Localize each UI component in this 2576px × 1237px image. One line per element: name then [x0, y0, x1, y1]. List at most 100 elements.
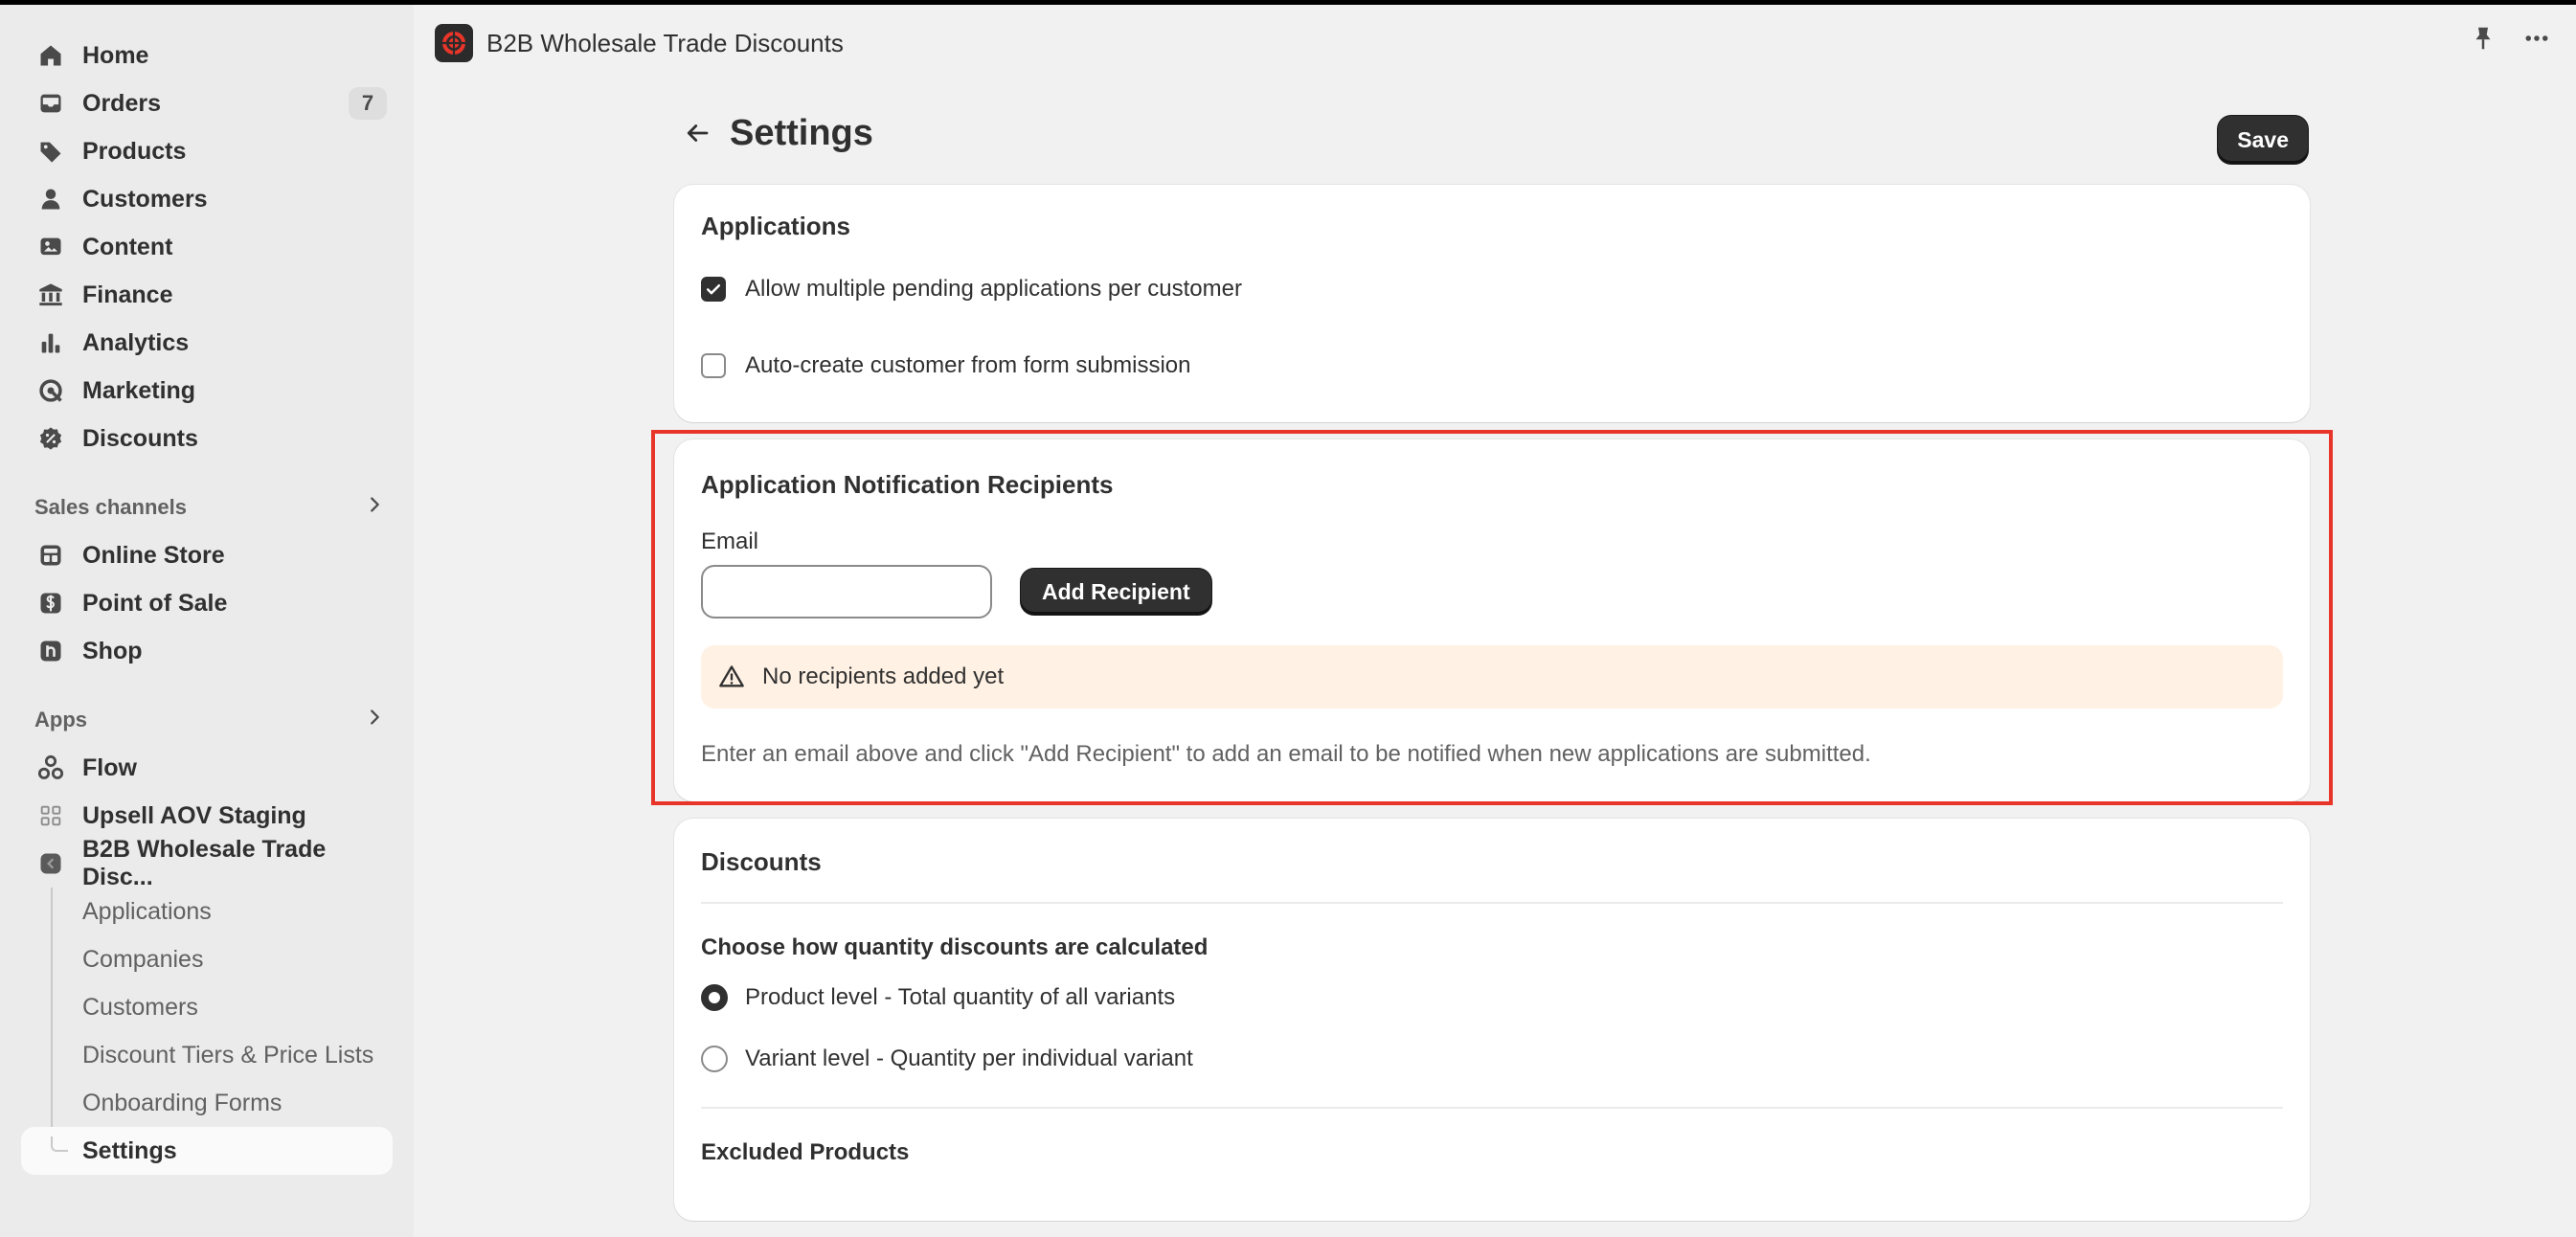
admin-window: Home Orders 7 Products Customers Content…	[0, 5, 2576, 1237]
product-level-option[interactable]: Product level - Total quantity of all va…	[701, 984, 2283, 1011]
sidebar-subitem-settings[interactable]: Settings	[21, 1127, 393, 1175]
sidebar-item-label: Point of Sale	[82, 589, 228, 617]
sidebar-item-home[interactable]: Home	[21, 32, 393, 79]
inbox-icon	[36, 89, 65, 118]
sidebar-item-label: Products	[82, 137, 187, 165]
sidebar-item-products[interactable]: Products	[21, 127, 393, 175]
add-recipient-button[interactable]: Add Recipient	[1021, 569, 1211, 615]
sidebar-item-upsell-aov[interactable]: Upsell AOV Staging	[21, 792, 393, 840]
allow-multiple-pending-checkbox[interactable]	[701, 277, 726, 302]
sidebar-item-label: Home	[82, 41, 149, 69]
sidebar-item-label: B2B Wholesale Trade Disc...	[82, 836, 327, 890]
variant-level-option[interactable]: Variant level - Quantity per individual …	[701, 1046, 2283, 1072]
sidebar-item-point-of-sale[interactable]: Point of Sale	[21, 579, 393, 627]
warning-icon	[719, 665, 744, 687]
page-title: Settings	[730, 112, 873, 153]
main-content: B2B Wholesale Trade Discounts Settings S…	[414, 5, 2576, 1237]
sidebar-item-label: Discounts	[82, 424, 198, 452]
calculation-method-title: Choose how quantity discounts are calcul…	[701, 934, 1209, 960]
topbar-actions	[2469, 24, 2551, 57]
bar-chart-icon	[36, 328, 65, 357]
page-header: Settings Save	[674, 81, 2310, 185]
checkmark-icon	[706, 284, 721, 295]
email-field-row: Add Recipient	[701, 565, 2283, 618]
target-icon	[36, 376, 65, 405]
sidebar-item-finance[interactable]: Finance	[21, 271, 393, 319]
checkbox-label: Allow multiple pending applications per …	[745, 276, 1242, 302]
variant-level-radio[interactable]	[701, 1046, 728, 1072]
bank-icon	[36, 281, 65, 309]
store-icon	[36, 541, 65, 570]
shop-icon	[36, 637, 65, 665]
checkbox-label: Auto-create customer from form submissio…	[745, 352, 1191, 378]
sidebar-item-shop[interactable]: Shop	[21, 627, 393, 675]
sidebar-item-label: Content	[82, 233, 173, 260]
sidebar-subitem-applications[interactable]: Applications	[21, 888, 393, 935]
allow-multiple-pending-row[interactable]: Allow multiple pending applications per …	[701, 276, 2283, 303]
auto-create-customer-row[interactable]: Auto-create customer from form submissio…	[701, 352, 2283, 379]
tree-elbow	[51, 1136, 68, 1152]
upsell-icon	[36, 801, 65, 830]
sidebar-item-label: Online Store	[82, 541, 225, 569]
sidebar-item-discounts[interactable]: Discounts	[21, 415, 393, 462]
more-options-icon[interactable]	[2522, 24, 2551, 57]
email-label: Email	[701, 529, 759, 554]
discount-icon	[36, 424, 65, 453]
sidebar-subitem-onboarding-forms[interactable]: Onboarding Forms	[21, 1079, 393, 1127]
settings-page: Settings Save Applications Allow multipl…	[651, 81, 2333, 1237]
email-input[interactable]	[701, 565, 992, 618]
sidebar-item-content[interactable]: Content	[21, 223, 393, 271]
card-title: Application Notification Recipients	[701, 470, 1114, 499]
notification-recipients-card: Application Notification Recipients Emai…	[651, 430, 2333, 805]
app-logo-icon	[435, 24, 473, 62]
back-arrow-icon[interactable]	[674, 110, 720, 156]
sidebar-item-orders[interactable]: Orders 7	[21, 79, 393, 127]
card-title: Applications	[701, 212, 851, 240]
help-text: Enter an email above and click "Add Reci…	[701, 741, 1871, 767]
sidebar-item-online-store[interactable]: Online Store	[21, 531, 393, 579]
radio-label: Variant level - Quantity per individual …	[745, 1046, 1193, 1071]
radio-label: Product level - Total quantity of all va…	[745, 984, 1176, 1010]
discounts-card: Discounts Choose how quantity discounts …	[674, 819, 2310, 1221]
tag-icon	[36, 137, 65, 166]
sidebar: Home Orders 7 Products Customers Content…	[0, 5, 414, 1237]
sidebar-item-label: Analytics	[82, 328, 190, 356]
divider	[701, 1107, 2283, 1109]
sidebar-item-b2b-app[interactable]: B2B Wholesale Trade Disc...	[21, 836, 393, 890]
sidebar-item-label: Customers	[82, 185, 208, 213]
sidebar-subitem-customers[interactable]: Customers	[21, 983, 393, 1031]
sidebar-subitem-companies[interactable]: Companies	[21, 935, 393, 983]
save-button[interactable]: Save	[2218, 116, 2308, 164]
app-title: B2B Wholesale Trade Discounts	[486, 28, 844, 57]
chevron-right-icon	[364, 707, 385, 733]
sidebar-item-label: Flow	[82, 753, 137, 781]
no-recipients-banner: No recipients added yet	[701, 645, 2283, 708]
card-title: Discounts	[701, 847, 822, 876]
pin-icon[interactable]	[2469, 24, 2497, 57]
banner-text: No recipients added yet	[762, 663, 1005, 689]
pos-icon	[36, 589, 65, 618]
sidebar-item-label: Shop	[82, 637, 143, 664]
home-icon	[36, 41, 65, 70]
sidebar-item-label: Finance	[82, 281, 173, 308]
sidebar-item-analytics[interactable]: Analytics	[21, 319, 393, 367]
auto-create-customer-checkbox[interactable]	[701, 353, 726, 378]
person-icon	[36, 185, 65, 214]
apps-header[interactable]: Apps	[21, 696, 393, 744]
sidebar-item-label: Marketing	[82, 376, 196, 404]
excluded-products-title: Excluded Products	[701, 1139, 910, 1165]
sidebar-item-label: Orders	[82, 89, 161, 117]
sidebar-item-label: Upsell AOV Staging	[82, 801, 306, 829]
orders-count-badge: 7	[349, 87, 387, 120]
image-icon	[36, 233, 65, 261]
sidebar-item-customers[interactable]: Customers	[21, 175, 393, 223]
applications-card: Applications Allow multiple pending appl…	[674, 185, 2310, 422]
app-icon	[36, 849, 65, 878]
sidebar-item-marketing[interactable]: Marketing	[21, 367, 393, 415]
chevron-right-icon	[364, 494, 385, 521]
flow-icon	[36, 753, 65, 782]
sales-channels-header[interactable]: Sales channels	[21, 484, 393, 531]
sidebar-subitem-discount-tiers[interactable]: Discount Tiers & Price Lists	[21, 1031, 393, 1079]
sidebar-item-flow[interactable]: Flow	[21, 744, 393, 792]
product-level-radio[interactable]	[701, 984, 728, 1011]
